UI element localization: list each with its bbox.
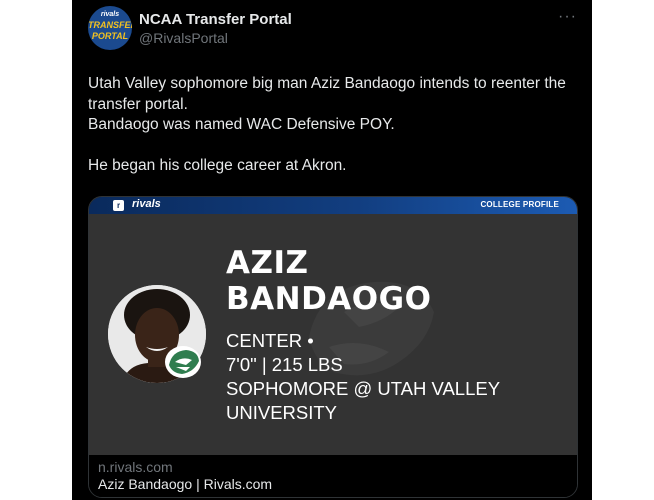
- tweet: rivals TRANSFER PORTAL NCAA Transfer Por…: [72, 0, 592, 500]
- account-name[interactable]: NCAA Transfer Portal: [139, 11, 292, 28]
- player-first-name: AZIZ: [226, 245, 309, 281]
- avatar[interactable]: rivals TRANSFER PORTAL: [88, 6, 132, 50]
- player-last-name: BANDAOGO: [226, 281, 432, 317]
- tweet-text: Utah Valley sophomore big man Aziz Banda…: [88, 74, 578, 177]
- player-measurements: 7'0" | 215 LBS: [226, 354, 343, 375]
- card-title[interactable]: Aziz Bandaogo | Rivals.com: [98, 476, 272, 492]
- more-horizontal-icon[interactable]: ···: [558, 8, 577, 26]
- player-school-continued: UNIVERSITY: [226, 402, 338, 423]
- player-position: CENTER •: [226, 330, 314, 351]
- tweet-line: Utah Valley sophomore big man Aziz Banda…: [88, 75, 566, 113]
- rivals-banner: r rivals COLLEGE PROFILE: [89, 197, 577, 214]
- college-profile-label: COLLEGE PROFILE: [480, 200, 559, 209]
- utah-valley-wolverine-logo-icon: [165, 346, 201, 378]
- avatar-line-2: PORTAL: [91, 31, 129, 41]
- tweet-line: He began his college career at Akron.: [88, 157, 347, 174]
- card-footer: n.rivals.com Aziz Bandaogo | Rivals.com: [89, 455, 577, 497]
- account-handle[interactable]: @RivalsPortal: [139, 30, 228, 46]
- player-class-school: SOPHOMORE @ UTAH VALLEY: [226, 378, 501, 399]
- tweet-line: Bandaogo was named WAC Defensive POY.: [88, 116, 395, 133]
- player-name: AZIZ BANDAOGO: [226, 245, 431, 317]
- rivals-logo: rivals: [132, 198, 161, 210]
- link-card[interactable]: r rivals COLLEGE PROFILE AZIZ BANDAOGO C…: [88, 196, 578, 498]
- rivals-mark-icon: r: [113, 200, 124, 211]
- avatar-brand: rivals: [100, 11, 120, 18]
- card-domain: n.rivals.com: [98, 459, 173, 475]
- card-image: r rivals COLLEGE PROFILE AZIZ BANDAOGO C…: [89, 197, 577, 455]
- player-info: CENTER • 7'0" | 215 LBS SOPHOMORE @ UTAH…: [226, 329, 566, 425]
- avatar-line-1: TRANSFER: [88, 20, 132, 30]
